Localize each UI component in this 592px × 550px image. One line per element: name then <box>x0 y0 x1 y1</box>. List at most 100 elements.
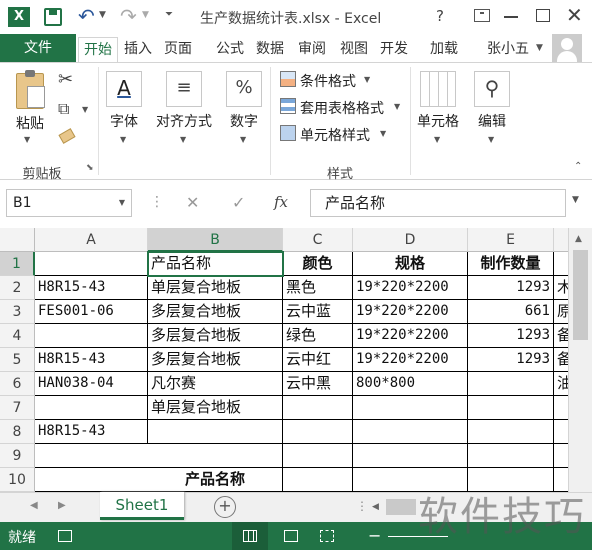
save-icon[interactable] <box>44 8 62 26</box>
cell-c10[interactable] <box>283 468 353 492</box>
cell-e4[interactable]: 1293 <box>468 324 554 348</box>
number-dropdown-icon[interactable]: ▼ <box>240 135 246 144</box>
cell-e3[interactable]: 661 <box>468 300 554 324</box>
row-header-2[interactable]: 2 <box>0 276 35 300</box>
cell-b10[interactable]: 产品名称 <box>148 468 283 492</box>
sheet-prev-icon[interactable]: ◀ <box>30 500 38 511</box>
column-header-d[interactable]: D <box>353 228 468 252</box>
row-header-7[interactable]: 7 <box>0 396 35 420</box>
cell-c5[interactable]: 云中红 <box>283 348 353 372</box>
maximize-icon[interactable] <box>536 9 550 22</box>
tab-insert[interactable]: 插入 <box>120 37 156 62</box>
edit-button[interactable]: 编辑 <box>472 111 512 131</box>
cell-b7[interactable]: 单层复合地板 <box>148 396 283 420</box>
cell-d1[interactable]: 规格 <box>353 252 468 276</box>
scroll-up-icon[interactable]: ▲ <box>575 234 582 244</box>
row-header-6[interactable]: 6 <box>0 372 35 396</box>
cell-a10[interactable] <box>35 468 148 492</box>
avatar[interactable] <box>552 34 582 62</box>
row-header-10[interactable]: 10 <box>0 468 35 492</box>
number-button[interactable]: 数字 <box>224 111 264 131</box>
font-icon[interactable]: A <box>106 71 142 107</box>
dialog-launcher-icon[interactable]: ⬊ <box>86 163 94 173</box>
cell-f9[interactable] <box>554 444 568 468</box>
cells-dropdown-icon[interactable]: ▼ <box>434 135 440 144</box>
sheet-options-icon[interactable]: ⋮ <box>356 499 368 513</box>
cell-c1[interactable]: 颜色 <box>283 252 353 276</box>
expand-formula-icon[interactable]: ▼ <box>572 195 579 205</box>
align-dropdown-icon[interactable]: ▼ <box>180 135 186 144</box>
help-button[interactable]: ? <box>436 7 444 25</box>
cell-c9[interactable] <box>283 444 353 468</box>
tab-home[interactable]: 开始 <box>78 37 118 62</box>
cell-c4[interactable]: 绿色 <box>283 324 353 348</box>
cell-a5[interactable]: H8R15-43 <box>35 348 148 372</box>
cell-d7[interactable] <box>353 396 468 420</box>
formula-options-icon[interactable]: ⋮ <box>150 194 164 210</box>
cell-f1[interactable] <box>554 252 568 276</box>
paste-icon[interactable] <box>16 70 45 109</box>
cancel-entry-icon[interactable]: ✕ <box>186 193 199 212</box>
undo-dropdown-icon[interactable]: ▼ <box>99 10 106 20</box>
hscroll-left-icon[interactable]: ◀ <box>372 502 379 512</box>
conditional-format-icon[interactable] <box>280 71 296 87</box>
column-header-a[interactable]: A <box>35 228 148 252</box>
cells-button[interactable]: 单元格 <box>414 111 462 131</box>
cond-dropdown-icon[interactable]: ▼ <box>364 75 370 84</box>
cell-f8[interactable] <box>554 420 568 444</box>
row-header-4[interactable]: 4 <box>0 324 35 348</box>
undo-icon[interactable]: ↶ <box>78 4 95 28</box>
cells-icon[interactable] <box>420 71 456 107</box>
sheet-next-icon[interactable]: ▶ <box>58 500 66 511</box>
cell-b6[interactable]: 凡尔赛 <box>148 372 283 396</box>
cell-c3[interactable]: 云中蓝 <box>283 300 353 324</box>
cell-d2[interactable]: 19*220*2200 <box>353 276 468 300</box>
name-box-dropdown-icon[interactable]: ▼ <box>119 190 125 216</box>
tab-addins[interactable]: 加载 <box>426 37 462 62</box>
cell-e6[interactable] <box>468 372 554 396</box>
column-header-c[interactable]: C <box>283 228 353 252</box>
cut-icon[interactable]: ✂ <box>58 69 73 90</box>
cell-b9[interactable] <box>148 444 283 468</box>
cell-e5[interactable]: 1293 <box>468 348 554 372</box>
vertical-scrollbar[interactable]: ▲ <box>568 228 592 492</box>
row-header-5[interactable]: 5 <box>0 348 35 372</box>
row-header-3[interactable]: 3 <box>0 300 35 324</box>
confirm-entry-icon[interactable]: ✓ <box>232 193 245 212</box>
row-header-9[interactable]: 9 <box>0 444 35 468</box>
sheet-tab-sheet1[interactable]: Sheet1 <box>100 492 184 520</box>
redo-dropdown-icon[interactable]: ▼ <box>142 10 149 20</box>
tab-page[interactable]: 页面 <box>160 37 196 62</box>
select-all-corner[interactable] <box>0 228 35 252</box>
cell-f3[interactable]: 原 <box>554 300 568 324</box>
formula-input[interactable]: 产品名称 <box>310 189 566 217</box>
copy-icon[interactable]: ⧉ <box>58 99 69 119</box>
cell-e2[interactable]: 1293 <box>468 276 554 300</box>
cell-e1[interactable]: 制作数量 <box>468 252 554 276</box>
page-break-view-icon[interactable] <box>320 530 334 542</box>
cell-e9[interactable] <box>468 444 554 468</box>
cell-b5[interactable]: 多层复合地板 <box>148 348 283 372</box>
tab-developer[interactable]: 开发 <box>376 37 412 62</box>
redo-icon[interactable]: ↷ <box>120 4 137 28</box>
cell-a3[interactable]: FES001-06 <box>35 300 148 324</box>
close-icon[interactable]: ✕ <box>566 3 583 27</box>
paste-dropdown-icon[interactable]: ▼ <box>24 135 30 144</box>
cell-styles-button[interactable]: 单元格样式 <box>300 125 370 145</box>
cell-b2[interactable]: 单层复合地板 <box>148 276 283 300</box>
tab-formulas[interactable]: 公式 <box>212 37 248 62</box>
find-icon[interactable]: ⚲ <box>474 71 510 107</box>
cell-c8[interactable] <box>283 420 353 444</box>
cell-f7[interactable] <box>554 396 568 420</box>
horizontal-scrollbar[interactable] <box>386 499 416 515</box>
page-layout-view-icon[interactable] <box>284 530 298 542</box>
cell-b8[interactable] <box>148 420 283 444</box>
cell-d4[interactable]: 19*220*2200 <box>353 324 468 348</box>
active-cell-b1[interactable] <box>147 251 284 277</box>
cell-c7[interactable] <box>283 396 353 420</box>
collapse-ribbon-icon[interactable]: ⌃ <box>574 161 582 172</box>
cell-d9[interactable] <box>353 444 468 468</box>
column-header-f[interactable] <box>554 228 568 252</box>
ribbon-display-icon[interactable] <box>474 9 490 22</box>
worksheet-grid[interactable]: A B C D E 1 产品名称 颜色 规格 制作数量 2 H8R15-43 单层复合地板 黑色… <box>0 228 568 492</box>
